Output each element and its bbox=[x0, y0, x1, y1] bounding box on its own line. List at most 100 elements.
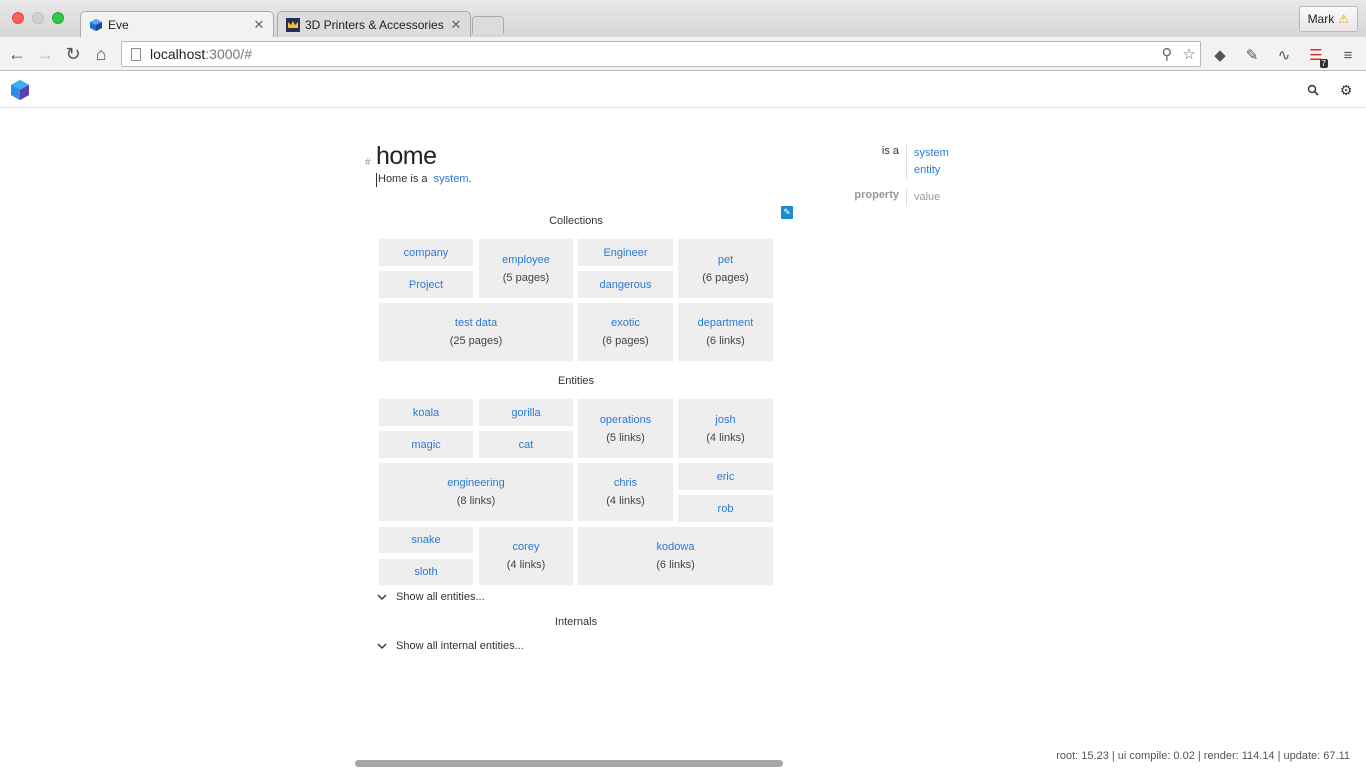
new-tab-button[interactable] bbox=[472, 16, 504, 34]
tile-name[interactable]: magic bbox=[411, 436, 440, 454]
tile-name[interactable]: koala bbox=[413, 404, 439, 422]
entity-tile[interactable]: eric bbox=[678, 463, 773, 490]
tile-name[interactable]: operations bbox=[600, 411, 651, 429]
url-text[interactable]: localhost:3000/# bbox=[150, 46, 1156, 62]
tile-name[interactable]: Engineer bbox=[603, 244, 647, 262]
entity-tile[interactable]: rob bbox=[678, 495, 773, 522]
evernote-extension-icon[interactable]: ◆ bbox=[1210, 45, 1230, 65]
page-title[interactable]: home bbox=[376, 142, 437, 171]
collection-tile[interactable]: exotic (6 pages) bbox=[578, 303, 673, 361]
tab-eve[interactable]: Eve ✕ bbox=[80, 11, 274, 37]
tile-name[interactable]: josh bbox=[715, 411, 735, 429]
tile-name[interactable]: sloth bbox=[414, 563, 437, 581]
maximize-window-button[interactable] bbox=[52, 12, 64, 24]
tile-name[interactable]: rob bbox=[718, 500, 734, 518]
chrome-menu-icon[interactable]: ≡ bbox=[1338, 45, 1358, 65]
tile-count: (8 links) bbox=[456, 495, 496, 507]
entity-tile[interactable]: koala bbox=[379, 399, 473, 426]
tab-3d-printers[interactable]: 3D Printers & Accessories ✕ bbox=[277, 11, 471, 37]
profile-button[interactable]: Mark ⚠ bbox=[1298, 6, 1358, 32]
tile-name[interactable]: dangerous bbox=[600, 276, 652, 294]
collection-tile[interactable]: Engineer bbox=[578, 239, 673, 266]
page-icon bbox=[131, 47, 141, 61]
edit-pencil-icon[interactable]: ✎ bbox=[781, 206, 793, 219]
tile-name[interactable]: kodowa bbox=[657, 538, 695, 556]
horizontal-scrollbar[interactable] bbox=[355, 760, 783, 767]
collection-tile[interactable]: employee (5 pages) bbox=[479, 239, 573, 298]
collection-tile[interactable]: Project bbox=[379, 271, 473, 298]
entity-tile[interactable]: gorilla bbox=[479, 399, 573, 426]
tile-count: (6 links) bbox=[656, 559, 695, 571]
search-icon[interactable] bbox=[1304, 81, 1322, 99]
description-suffix: . bbox=[468, 173, 472, 185]
collections-title: Collections bbox=[549, 215, 603, 227]
entity-tile[interactable]: magic bbox=[379, 431, 473, 458]
eve-favicon-icon bbox=[90, 18, 102, 31]
perf-stats: root: 15.23 | ui compile: 0.02 | render:… bbox=[1056, 750, 1350, 762]
collection-tile[interactable]: department (6 links) bbox=[678, 303, 773, 361]
evernote-clipper-icon[interactable]: ✎ bbox=[1242, 45, 1262, 65]
tile-name[interactable]: snake bbox=[411, 531, 440, 549]
tile-name[interactable]: pet bbox=[718, 251, 733, 269]
tile-name[interactable]: eric bbox=[717, 468, 735, 486]
value-header: value bbox=[914, 191, 941, 203]
description-system-link[interactable]: system bbox=[434, 173, 469, 185]
tile-name[interactable]: chris bbox=[614, 474, 637, 492]
tile-name[interactable]: department bbox=[698, 314, 754, 332]
tile-count: (4 links) bbox=[606, 495, 645, 507]
tile-name[interactable]: company bbox=[404, 244, 449, 262]
minimize-window-button[interactable] bbox=[32, 12, 44, 24]
is-a-entity-link[interactable]: entity bbox=[914, 162, 949, 179]
forward-arrow-icon[interactable]: → bbox=[34, 43, 56, 65]
tile-name[interactable]: cat bbox=[519, 436, 534, 454]
show-all-internals-toggle[interactable]: Show all internal entities... bbox=[376, 640, 524, 652]
gear-icon[interactable]: ⚙ bbox=[1337, 81, 1355, 99]
tile-count: (4 links) bbox=[706, 431, 745, 444]
entity-tile[interactable]: sloth bbox=[379, 559, 473, 585]
hash-mark: # bbox=[365, 157, 371, 168]
collection-tile[interactable]: test data (25 pages) bbox=[379, 303, 573, 361]
list-extension-icon[interactable]: ☰ 7 bbox=[1306, 45, 1328, 68]
collection-tile[interactable]: dangerous bbox=[578, 271, 673, 298]
pulse-extension-icon[interactable]: ∿ bbox=[1274, 45, 1294, 65]
entity-tile[interactable]: snake bbox=[379, 527, 473, 553]
home-icon[interactable]: ⌂ bbox=[90, 43, 112, 65]
back-arrow-icon[interactable]: ← bbox=[6, 43, 28, 65]
tab-close-icon[interactable]: ✕ bbox=[251, 17, 267, 33]
show-all-entities-toggle[interactable]: Show all entities... bbox=[376, 591, 485, 603]
tab-title: Eve bbox=[108, 17, 129, 32]
eve-logo-icon[interactable] bbox=[10, 79, 30, 101]
entity-tile[interactable]: engineering (8 links) bbox=[379, 463, 573, 521]
address-bar[interactable]: localhost:3000/# ⚲ ☆ bbox=[121, 41, 1201, 67]
zoom-search-icon[interactable]: ⚲ bbox=[1156, 45, 1178, 63]
entity-tile[interactable]: josh (4 links) bbox=[678, 399, 773, 458]
tile-count: (5 links) bbox=[606, 431, 645, 444]
entity-tile[interactable]: kodowa (6 links) bbox=[578, 527, 773, 585]
entity-tile[interactable]: chris (4 links) bbox=[578, 463, 673, 521]
is-a-system-link[interactable]: system bbox=[914, 145, 949, 162]
entity-tile[interactable]: operations (5 links) bbox=[578, 399, 673, 458]
entity-tile[interactable]: cat bbox=[479, 431, 573, 458]
collection-tile[interactable]: company bbox=[379, 239, 473, 266]
entity-tile[interactable]: corey (4 links) bbox=[479, 527, 573, 585]
bookmark-star-icon[interactable]: ☆ bbox=[1178, 45, 1200, 63]
crown-favicon-icon bbox=[286, 17, 300, 32]
close-window-button[interactable] bbox=[12, 12, 24, 24]
tab-close-icon[interactable]: ✕ bbox=[448, 17, 464, 33]
tile-count: (4 links) bbox=[506, 559, 546, 571]
profile-name: Mark bbox=[1307, 12, 1335, 26]
tile-name[interactable]: exotic bbox=[611, 314, 640, 332]
tile-name[interactable]: engineering bbox=[447, 474, 505, 492]
tile-name[interactable]: gorilla bbox=[511, 404, 540, 422]
collection-tile[interactable]: pet (6 pages) bbox=[678, 239, 773, 298]
app-header: ⚙ bbox=[0, 72, 1366, 108]
property-header: property bbox=[854, 189, 899, 201]
internals-title: Internals bbox=[554, 616, 598, 628]
tile-name[interactable]: corey bbox=[513, 538, 540, 556]
reload-icon[interactable]: ↻ bbox=[62, 43, 84, 65]
tile-name[interactable]: Project bbox=[409, 276, 443, 294]
tile-name[interactable]: test data bbox=[455, 314, 497, 332]
tile-name[interactable]: employee bbox=[502, 251, 550, 269]
tile-count: (6 links) bbox=[706, 335, 745, 347]
page-description[interactable]: Home is a system. bbox=[376, 173, 472, 187]
